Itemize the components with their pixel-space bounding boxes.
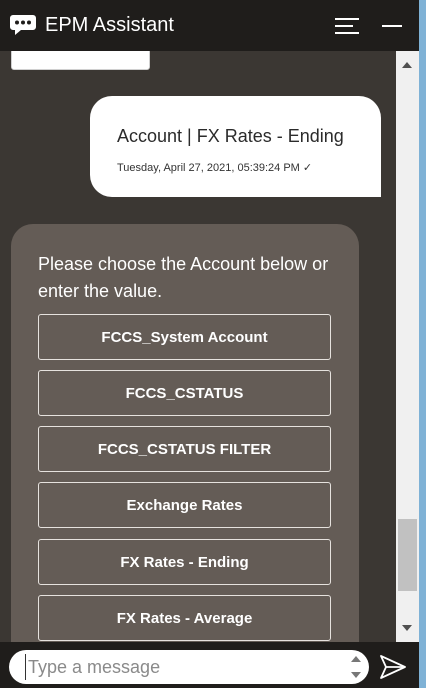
previous-message-card [11,51,150,70]
choice-button[interactable]: Exchange Rates [38,482,331,528]
bot-prompt-text: Please choose the Account below or enter… [38,254,329,301]
user-message-bubble: Account | FX Rates - Ending Tuesday, Apr… [90,96,381,197]
window-edge [419,0,426,688]
input-scroll-up-icon[interactable] [351,656,361,662]
header-bar: EPM Assistant [0,0,419,51]
conversation-scrollbar[interactable] [396,51,419,642]
bot-message-bubble: Please choose the Account below or enter… [11,224,359,642]
message-footer [0,642,419,688]
conversation-pane: Account | FX Rates - Ending Tuesday, Apr… [0,51,396,642]
choice-button[interactable]: FCCS_System Account [38,314,331,360]
hamburger-menu-icon[interactable] [333,14,361,38]
choice-button[interactable]: FX Rates - Average [38,595,331,641]
choice-button[interactable]: FCCS_CSTATUS [38,370,331,416]
scroll-up-arrow-icon[interactable] [402,62,412,68]
scrollbar-thumb[interactable] [398,519,417,591]
choice-button[interactable]: FX Rates - Ending [38,539,331,585]
input-scroll-arrows[interactable] [349,653,363,681]
scroll-down-arrow-icon[interactable] [402,625,412,631]
message-input-container [9,650,369,684]
app-title: EPM Assistant [45,14,174,36]
choice-button[interactable]: FCCS_CSTATUS FILTER [38,426,331,472]
user-message-text: Account | FX Rates - Ending [117,126,344,146]
minimize-icon[interactable] [380,14,404,38]
message-timestamp: Tuesday, April 27, 2021, 05:39:24 PM ✓ [117,162,313,174]
chat-bubble-icon [10,15,36,35]
chat-window: EPM Assistant Account | FX Rates - Endin… [0,0,419,688]
message-input[interactable] [25,654,344,680]
input-scroll-down-icon[interactable] [351,672,361,678]
send-icon[interactable] [379,654,407,680]
